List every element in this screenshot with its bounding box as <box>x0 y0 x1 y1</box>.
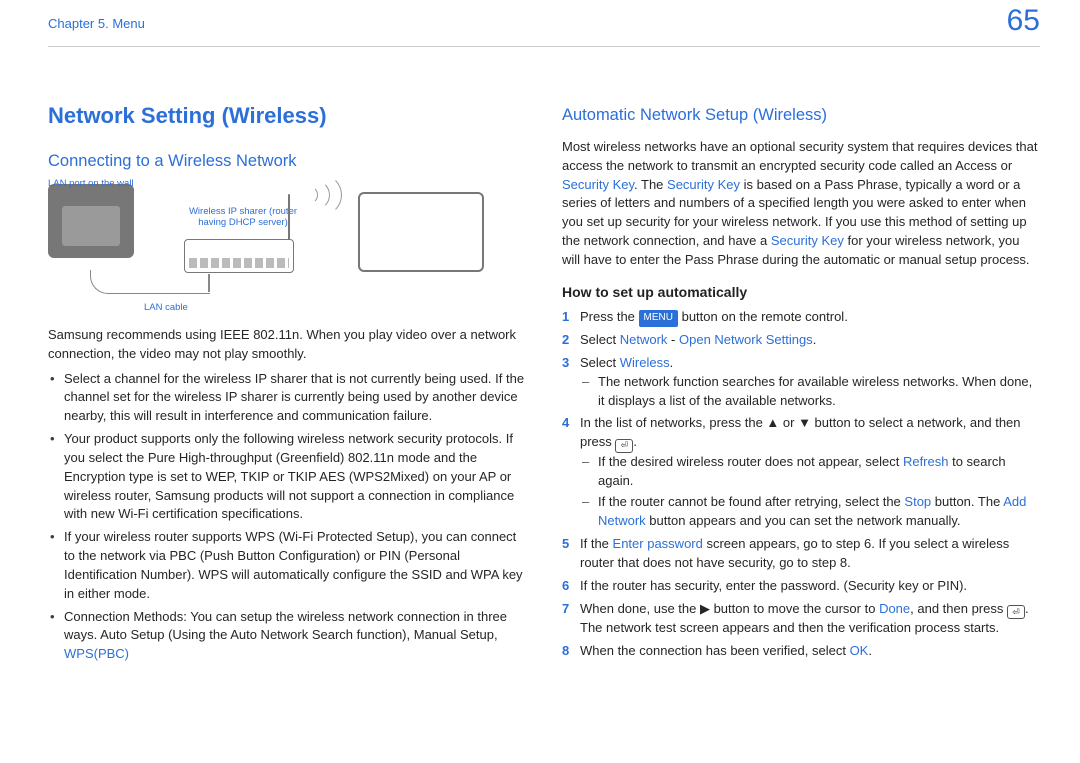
term-security-key: Security Key <box>771 233 844 248</box>
label-lan-cable: LAN cable <box>144 302 188 313</box>
router-icon <box>184 239 294 273</box>
lan-cable-icon <box>90 270 210 294</box>
wifi-arc-icon <box>300 174 342 216</box>
left-column: Network Setting (Wireless) Connecting to… <box>48 100 526 668</box>
term-network: Network <box>620 332 668 347</box>
label-sharer: Wireless IP sharer (router having DHCP s… <box>188 206 298 229</box>
step-2: 2 Select Network - Open Network Settings… <box>562 331 1040 350</box>
bullet-item: Connection Methods: You can setup the wi… <box>62 608 526 665</box>
intro-paragraph: Samsung recommends using IEEE 802.11n. W… <box>48 326 526 364</box>
bullet-item: If your wireless router supports WPS (Wi… <box>62 528 526 603</box>
page-number: 65 <box>1007 4 1040 38</box>
tv-back-icon <box>48 184 134 258</box>
right-column: Automatic Network Setup (Wireless) Most … <box>562 100 1040 668</box>
step-4-sub2: If the router cannot be found after retr… <box>594 493 1040 531</box>
tv-front-icon <box>358 192 484 272</box>
enter-icon: ⏎ <box>615 439 633 453</box>
term-security-key: Security Key <box>667 177 740 192</box>
label-lan-port: LAN port on the wall <box>48 178 138 189</box>
term-enter-password: Enter password <box>613 536 703 551</box>
network-diagram: LAN port on the wall LAN cable Wireless … <box>48 184 508 314</box>
wps-pbc-link[interactable]: WPS(PBC) <box>64 646 129 661</box>
step-4: 4 In the list of networks, press the ▲ o… <box>562 414 1040 531</box>
step-1: 1 Press the MENU button on the remote co… <box>562 308 1040 327</box>
term-refresh: Refresh <box>903 454 949 469</box>
step-7: 7 When done, use the ▶ button to move th… <box>562 600 1040 638</box>
antenna-icon <box>288 194 290 240</box>
term-done: Done <box>879 601 910 616</box>
term-ok: OK <box>850 643 869 658</box>
term-open-network-settings: Open Network Settings <box>679 332 813 347</box>
header-rule <box>48 46 1040 47</box>
chapter-header: Chapter 5. Menu <box>48 16 145 31</box>
subsection-auto-setup: Automatic Network Setup (Wireless) <box>562 104 1040 128</box>
auto-intro-paragraph: Most wireless networks have an optional … <box>562 138 1040 270</box>
step-6: 6 If the router has security, enter the … <box>562 577 1040 596</box>
howto-heading: How to set up automatically <box>562 282 1040 302</box>
step-8: 8 When the connection has been verified,… <box>562 642 1040 661</box>
term-wireless: Wireless <box>620 355 670 370</box>
step-3: 3 Select Wireless. The network function … <box>562 354 1040 411</box>
term-stop: Stop <box>904 494 931 509</box>
lan-cable-icon-2 <box>208 274 210 292</box>
enter-icon: ⏎ <box>1007 605 1025 619</box>
step-3-sub: The network function searches for availa… <box>594 373 1040 411</box>
section-title: Network Setting (Wireless) <box>48 100 526 132</box>
bullet-item: Select a channel for the wireless IP sha… <box>62 370 526 427</box>
menu-button-icon: MENU <box>639 310 678 327</box>
step-4-sub1: If the desired wireless router does not … <box>594 453 1040 491</box>
subsection-connecting: Connecting to a Wireless Network <box>48 150 526 174</box>
step-5: 5 If the Enter password screen appears, … <box>562 535 1040 573</box>
bullet-item: Your product supports only the following… <box>62 430 526 524</box>
term-security-key: Security Key <box>562 177 634 192</box>
